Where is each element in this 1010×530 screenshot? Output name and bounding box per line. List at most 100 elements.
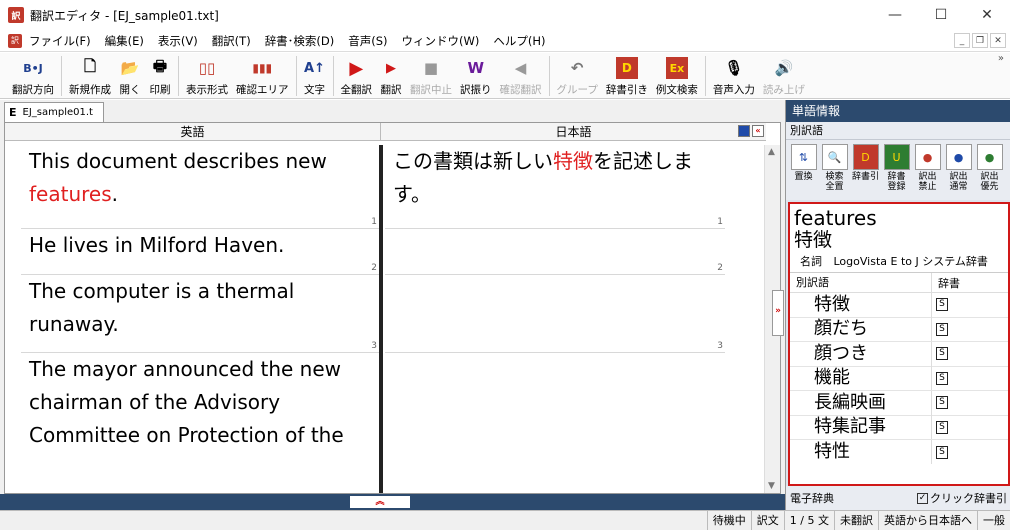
click-lookup-checkbox[interactable]: ✓ クリック辞書引 bbox=[917, 490, 1007, 506]
doc-menu-icon[interactable]: 訳 bbox=[8, 33, 22, 48]
search-replace-all-button[interactable]: 🔍 検索 全置 bbox=[819, 140, 850, 200]
system-dict-icon: S bbox=[936, 298, 948, 312]
stop-icon: ■ bbox=[423, 59, 439, 77]
source-segment[interactable]: This document describes new features. 1 bbox=[21, 145, 379, 229]
word-w-icon: W bbox=[467, 59, 485, 77]
target-segment[interactable]: 2 bbox=[385, 229, 725, 275]
document-frame: 英語 日本語 « This document describes new fea… bbox=[4, 122, 781, 494]
play-icon: ▶ bbox=[349, 57, 364, 79]
menu-voice[interactable]: 音声(S) bbox=[341, 33, 394, 49]
mdi-restore-button[interactable]: ❐ bbox=[972, 33, 988, 48]
status-direction: 英語から日本語へ bbox=[878, 511, 977, 530]
minimize-button[interactable]: — bbox=[872, 0, 918, 30]
highlighted-translation[interactable]: 特徴 bbox=[553, 149, 593, 173]
segment-number: 3 bbox=[371, 341, 377, 351]
menu-edit[interactable]: 編集(E) bbox=[98, 33, 151, 49]
collapse-pane-icon[interactable]: « bbox=[752, 125, 764, 137]
pane-divider[interactable] bbox=[379, 145, 383, 493]
source-pane[interactable]: This document describes new features. 1 … bbox=[21, 145, 379, 493]
scroll-down-icon[interactable]: ▼ bbox=[768, 481, 775, 491]
toolbar-overflow-icon[interactable]: » bbox=[998, 53, 1004, 64]
panel-subtitle: 別訳語 bbox=[786, 122, 1010, 140]
segment-number: 2 bbox=[717, 263, 723, 273]
translation-normal-button[interactable]: ● 訳出 通常 bbox=[943, 140, 974, 200]
dict-lookup-button[interactable]: D 辞書引 bbox=[850, 140, 881, 200]
segment-number: 1 bbox=[371, 217, 377, 227]
maximize-button[interactable]: ☐ bbox=[918, 0, 964, 30]
translation-priority-button[interactable]: ● 訳出 優先 bbox=[974, 140, 1005, 200]
stop-translation-button[interactable]: ■ 翻訳中止 bbox=[406, 53, 456, 99]
dictionary-lookup-button[interactable]: D 辞書引き bbox=[602, 53, 652, 99]
print-button[interactable]: 🖶 印刷 bbox=[145, 53, 175, 99]
headword: features bbox=[794, 206, 877, 230]
highlighted-word[interactable]: features bbox=[29, 182, 112, 206]
target-pane[interactable]: この書類は新しい特徴を記述します。 1 2 3 bbox=[385, 145, 725, 493]
bottom-pane-bar: ︽ bbox=[0, 494, 785, 510]
panel-toolbar: ⇅ 置換 🔍 検索 全置 D 辞書引 U 辞書 登録 ● 訳出 禁止 ● 訳出 … bbox=[786, 140, 1010, 200]
menu-window[interactable]: ウィンドウ(W) bbox=[395, 33, 487, 49]
list-item[interactable]: 顔つき S bbox=[790, 341, 1008, 367]
close-button[interactable]: ✕ bbox=[964, 0, 1010, 30]
list-item[interactable]: 長編映画 S bbox=[790, 390, 1008, 416]
voice-input-button[interactable]: 🎙 音声入力 bbox=[709, 53, 759, 99]
translation-prohibit-button[interactable]: ● 訳出 禁止 bbox=[912, 140, 943, 200]
menu-help[interactable]: ヘルプ(H) bbox=[486, 33, 552, 49]
system-dict-icon: S bbox=[936, 371, 948, 385]
expand-side-panel-icon[interactable]: » bbox=[772, 290, 784, 336]
new-document-button[interactable]: 🗋 新規作成 bbox=[65, 53, 115, 99]
segment-number: 3 bbox=[717, 341, 723, 351]
document-tab[interactable]: E EJ_sample01.t bbox=[4, 102, 104, 122]
speaker-icon: 🔊 bbox=[774, 59, 794, 77]
list-item[interactable]: 機能 S bbox=[790, 366, 1008, 391]
part-of-speech: 名詞 bbox=[800, 255, 822, 268]
normal-slider-icon: ● bbox=[945, 144, 972, 170]
list-item[interactable]: 顔だち S bbox=[790, 317, 1008, 342]
english-column-header: 英語 bbox=[5, 123, 381, 141]
editor-area: E EJ_sample01.t 英語 日本語 « This document d… bbox=[0, 100, 785, 494]
new-file-icon: 🗋 bbox=[83, 56, 97, 75]
mdi-close-button[interactable]: ✕ bbox=[990, 33, 1006, 48]
menu-dictionary[interactable]: 辞書･検索(D) bbox=[258, 33, 342, 49]
list-item[interactable]: 特集記事 S bbox=[790, 415, 1008, 440]
dict-register-button[interactable]: U 辞書 登録 bbox=[881, 140, 912, 200]
status-sentence-count: 1 / 5 文 bbox=[783, 511, 834, 530]
toolbar: B•J 翻訳方向 🗋 新規作成 📂 開く 🖶 印刷 ▯▯ 表示形式 ▮▮▮ 確認… bbox=[0, 53, 1010, 99]
translation-direction-button[interactable]: B•J 翻訳方向 bbox=[8, 53, 58, 99]
menu-translate[interactable]: 翻訳(T) bbox=[205, 33, 258, 49]
title-bar: 訳 翻訳エディタ - [EJ_sample01.txt] — ☐ ✕ bbox=[0, 0, 1010, 30]
scroll-up-icon[interactable]: ▲ bbox=[768, 147, 775, 157]
pane-toggle-icon[interactable] bbox=[738, 125, 750, 137]
target-segment[interactable]: この書類は新しい特徴を記述します。 1 bbox=[385, 145, 725, 229]
app-icon: 訳 bbox=[8, 7, 24, 23]
e-dictionary-label[interactable]: 電子辞典 bbox=[790, 490, 834, 506]
open-button[interactable]: 📂 開く bbox=[115, 53, 145, 99]
check-area-button[interactable]: ▮▮▮ 確認エリア bbox=[232, 53, 293, 99]
font-button[interactable]: A↑ 文字 bbox=[300, 53, 330, 99]
segment-number: 1 bbox=[717, 217, 723, 227]
menu-file[interactable]: ファイル(F) bbox=[22, 33, 98, 49]
source-segment[interactable]: The computer is a thermal runaway. 3 bbox=[21, 275, 379, 353]
magnifier-icon: 🔍 bbox=[821, 144, 848, 170]
list-item[interactable]: 特徴 S bbox=[790, 292, 1008, 318]
back-translation-button[interactable]: ◀ 確認翻訳 bbox=[496, 53, 546, 99]
list-item[interactable]: 特性 S bbox=[790, 440, 1008, 465]
interlinear-button[interactable]: W 訳振り bbox=[456, 53, 496, 99]
menu-view[interactable]: 表示(V) bbox=[151, 33, 205, 49]
example-search-button[interactable]: Ex 例文検索 bbox=[652, 53, 702, 99]
word-info-box: features 特徴 名詞 LogoVista E to J システム辞書 別… bbox=[788, 202, 1010, 486]
columns-icon: ▯▯ bbox=[198, 59, 216, 77]
translate-all-button[interactable]: ▶ 全翻訳 bbox=[337, 53, 377, 99]
group-button[interactable]: ↶ グループ bbox=[553, 53, 602, 99]
mdi-minimize-button[interactable]: _ bbox=[954, 33, 970, 48]
target-segment[interactable]: 3 bbox=[385, 275, 725, 353]
word-meta: 名詞 LogoVista E to J システム辞書 bbox=[790, 253, 1008, 273]
expand-bottom-pane-icon[interactable]: ︽ bbox=[350, 496, 410, 508]
translate-button[interactable]: ▶ 翻訳 bbox=[376, 53, 406, 99]
folder-open-icon: 📂 bbox=[120, 59, 140, 77]
source-segment[interactable]: He lives in Milford Haven. 2 bbox=[21, 229, 379, 275]
source-segment[interactable]: The mayor announced the new chairman of … bbox=[21, 353, 379, 493]
replace-button[interactable]: ⇅ 置換 bbox=[788, 140, 819, 200]
bj-direction-icon: B•J bbox=[23, 61, 43, 75]
display-format-button[interactable]: ▯▯ 表示形式 bbox=[182, 53, 232, 99]
read-aloud-button[interactable]: 🔊 読み上げ bbox=[759, 53, 809, 99]
